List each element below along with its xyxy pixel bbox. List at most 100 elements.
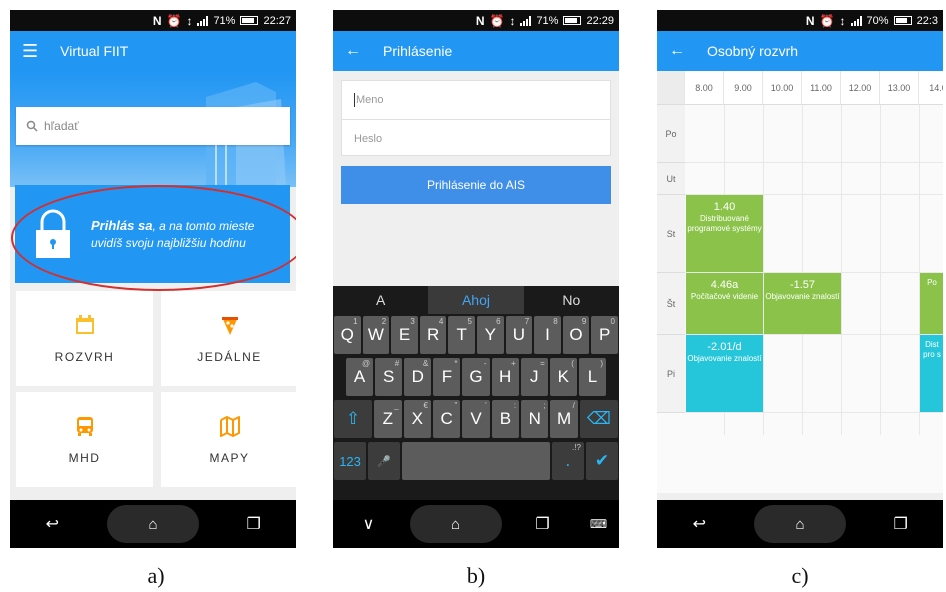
event-room: -1.57 (789, 279, 816, 291)
key-hint: & (422, 359, 429, 368)
key-a[interactable]: @ A (346, 358, 374, 396)
key-hint: 3 (410, 317, 415, 326)
key-t[interactable]: 5T (448, 316, 475, 354)
grid-line (685, 162, 943, 163)
key-h[interactable]: + H (491, 358, 519, 396)
battery-level: 71% (213, 14, 236, 27)
keyboard-row-4: 123 🎤 .!? . ✔ (333, 440, 619, 482)
timetable-event[interactable]: Dist pro s (920, 335, 943, 412)
event-course: Dist pro s (923, 340, 941, 359)
day-label: Ut (657, 163, 685, 195)
key-label: B (499, 409, 512, 428)
key-l[interactable]: ) L (578, 358, 606, 396)
backspace-key[interactable]: ⌫ (579, 400, 618, 438)
key-c[interactable]: " C (432, 400, 461, 438)
menu-icon[interactable]: ☰ (22, 41, 38, 62)
tile-rozvrh[interactable]: ROZVRH (16, 291, 153, 386)
event-room: 4.46a (710, 279, 739, 291)
done-key[interactable]: ✔ (585, 442, 618, 480)
key-v[interactable]: ' V (462, 400, 490, 438)
key-hint: 6 (496, 317, 501, 326)
hide-keyboard-icon[interactable]: ∨ (339, 514, 399, 534)
key-q[interactable]: 1Q (334, 316, 361, 354)
key-e[interactable]: 3E (391, 316, 418, 354)
mic-key[interactable]: 🎤 (368, 442, 401, 480)
key-m[interactable]: / M (550, 400, 578, 438)
keyboard-row-3-letters: _ Z € X " C ' V: B; N / M (373, 398, 579, 440)
tile-jedalne[interactable]: JEDÁLNE (161, 291, 296, 386)
back-icon[interactable]: ↩ (669, 514, 729, 534)
data-transfer-icon: ↕ (839, 13, 846, 28)
battery-icon (240, 16, 259, 25)
suggestion-right[interactable]: No (524, 292, 619, 308)
key-w[interactable]: 2W (362, 316, 390, 354)
suggestion-middle[interactable]: Ahoj (428, 286, 524, 314)
home-icon[interactable]: ⌂ (409, 505, 502, 543)
key-z[interactable]: _ Z (374, 400, 402, 438)
timetable-event[interactable]: 1.40 Distribuované programové systémy (686, 195, 763, 272)
shift-key[interactable]: ⇧ (334, 400, 373, 438)
timetable-event[interactable]: Po (920, 273, 943, 334)
password-placeholder: Heslo (354, 132, 383, 145)
key-hint: _ (394, 401, 399, 410)
back-icon[interactable]: ↩ (22, 514, 82, 534)
key-i[interactable]: 8I (534, 316, 561, 354)
key-s[interactable]: # S (375, 358, 403, 396)
key-g[interactable]: -G (462, 358, 490, 396)
keyboard-switch-icon[interactable]: ⌨ (584, 517, 614, 531)
screen-title: Osobný rozvrh (707, 43, 799, 59)
username-field[interactable]: Meno (342, 81, 610, 119)
day-label: Št (657, 273, 685, 335)
suggestion-left[interactable]: A (333, 292, 428, 308)
back-arrow-icon[interactable]: ← (345, 42, 361, 60)
tile-label: MHD (68, 450, 101, 465)
period-key[interactable]: .!? . (551, 442, 584, 480)
nfc-icon: N (805, 13, 815, 28)
numbers-key[interactable]: 123 (334, 442, 367, 480)
key-f[interactable]: * F (433, 358, 461, 396)
clock: 22:3 (916, 14, 938, 27)
data-transfer-icon: ↕ (509, 13, 516, 28)
recents-icon[interactable]: ❐ (224, 514, 284, 534)
tile-mapy[interactable]: MAPY (161, 392, 296, 487)
key-d[interactable]: & D (404, 358, 432, 396)
password-field[interactable]: Heslo (342, 119, 610, 157)
key-o[interactable]: 9O (562, 316, 590, 354)
tile-label: JEDÁLNE (197, 349, 262, 364)
app-title: Virtual FIIT (60, 43, 129, 59)
key-label: S (382, 367, 395, 386)
app-bar: ← Osobný rozvrh (657, 31, 943, 71)
home-icon[interactable]: ⌂ (106, 505, 199, 543)
grid-line (763, 105, 764, 435)
keyboard-row-2: @ A # S & D * F - G + H = J(K) L (333, 356, 619, 398)
key-label: L (587, 367, 598, 386)
space-key[interactable] (402, 442, 550, 480)
period-key-hint: .!? (572, 443, 581, 452)
data-transfer-icon: ↕ (186, 13, 193, 28)
recents-icon[interactable]: ❐ (871, 514, 931, 534)
timetable-event[interactable]: -1.57 Objavovanie znalostí (764, 273, 841, 334)
tile-mhd[interactable]: MHD (16, 392, 153, 487)
login-prompt-card[interactable]: Prihlás sa, a na tomto mieste uvidíš svo… (15, 185, 290, 283)
key-k[interactable]: (K (549, 358, 577, 396)
timetable-event[interactable]: -2.01/d Objavovanie znalostí (686, 335, 763, 412)
key-r[interactable]: 4R (419, 316, 447, 354)
timetable-event[interactable]: 4.46a Počítačové videnie (686, 273, 763, 334)
recents-icon[interactable]: ❐ (513, 514, 573, 534)
search-input[interactable]: hľadať (16, 107, 290, 145)
key-label: Z (382, 409, 394, 428)
back-arrow-icon[interactable]: ← (669, 42, 685, 60)
login-ais-button[interactable]: Prihlásenie do AIS (341, 166, 611, 204)
key-p[interactable]: 0P (591, 316, 618, 354)
key-n[interactable]: ; N (521, 400, 549, 438)
key-j[interactable]: = J (520, 358, 548, 396)
app-bar: ← Prihlásenie (333, 31, 619, 71)
key-b[interactable]: :B (491, 400, 520, 438)
key-u[interactable]: 7U (505, 316, 533, 354)
key-x[interactable]: € X (403, 400, 431, 438)
key-hint: : (513, 401, 517, 410)
key-y[interactable]: 6Y (476, 316, 504, 354)
login-prompt-line1: , a na tomto mieste (152, 218, 255, 233)
home-icon[interactable]: ⌂ (753, 505, 846, 543)
lock-icon (36, 209, 70, 258)
